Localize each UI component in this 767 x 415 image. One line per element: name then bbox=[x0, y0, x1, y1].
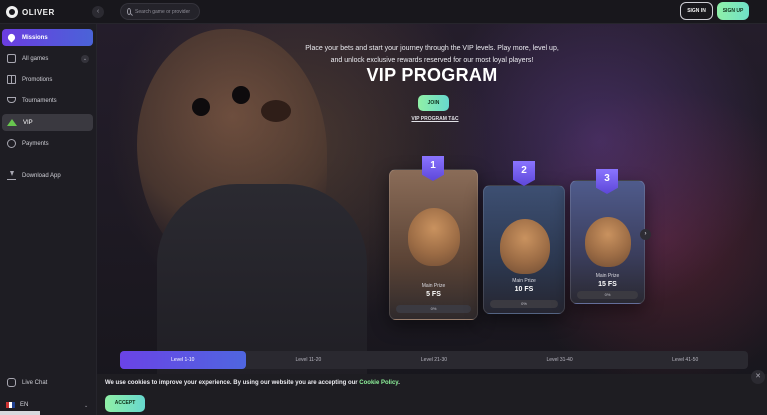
sign-up-button[interactable]: SIGN UP bbox=[717, 2, 749, 20]
vip-level-card[interactable]: Main Prize 15 FS 0% bbox=[570, 180, 645, 304]
progress-value: 0% bbox=[430, 306, 437, 311]
search-icon bbox=[127, 8, 131, 15]
vip-level-card[interactable]: Main Prize 5 FS 0% bbox=[389, 169, 478, 320]
cookie-period: . bbox=[398, 380, 400, 386]
sidebar-item-missions[interactable]: Missions bbox=[2, 29, 93, 46]
sign-in-button[interactable]: SIGN IN bbox=[680, 2, 713, 20]
level-number: 2 bbox=[521, 165, 527, 176]
cards-icon bbox=[7, 54, 16, 63]
sidebar-item-download-app[interactable]: Download App bbox=[2, 167, 93, 184]
prize-value: 5 FS bbox=[426, 291, 441, 298]
cookie-text: We use cookies to improve your experienc… bbox=[105, 380, 360, 386]
top-header: OLIVER ‹ SIGN IN SIGN UP bbox=[0, 0, 767, 24]
prize-info: Main Prize 10 FS bbox=[489, 278, 559, 293]
flag-icon bbox=[6, 402, 15, 408]
chevron-right-icon[interactable]: › bbox=[640, 229, 651, 240]
brand-mark-icon bbox=[6, 6, 18, 18]
chevron-down-icon[interactable]: ⌄ bbox=[84, 403, 88, 409]
gift-icon bbox=[7, 75, 16, 84]
prize-value: 10 FS bbox=[514, 286, 534, 293]
sidebar-item-all-games[interactable]: All games ⌄ bbox=[2, 50, 93, 67]
mascot-image bbox=[408, 208, 460, 266]
tab-level-1-10[interactable]: Level 1-10 bbox=[120, 351, 246, 369]
sidebar-item-promotions[interactable]: Promotions bbox=[2, 71, 93, 88]
language-label: EN bbox=[20, 402, 29, 408]
progress-bar: 0% bbox=[577, 291, 638, 299]
cookie-message: We use cookies to improve your experienc… bbox=[105, 380, 400, 386]
sidebar-item-vip[interactable]: VIP bbox=[2, 114, 93, 131]
crown-icon bbox=[7, 119, 17, 126]
tab-level-31-40[interactable]: Level 31-40 bbox=[497, 351, 623, 369]
sidebar-item-label: Tournaments bbox=[22, 97, 57, 104]
sidebar-item-label: Payments bbox=[22, 140, 49, 147]
sidebar-item-label: All games bbox=[22, 55, 49, 62]
coins-icon bbox=[7, 139, 16, 148]
progress-value: 0% bbox=[521, 301, 527, 306]
prize-info: Main Prize 5 FS bbox=[395, 283, 472, 298]
search-input[interactable] bbox=[135, 8, 199, 15]
tab-level-41-50[interactable]: Level 41-50 bbox=[622, 351, 748, 369]
trophy-icon bbox=[7, 96, 16, 103]
sidebar-item-payments[interactable]: Payments bbox=[2, 135, 93, 152]
download-icon bbox=[7, 171, 16, 180]
live-chat-button[interactable]: Live Chat bbox=[2, 374, 93, 391]
tab-level-11-20[interactable]: Level 11-20 bbox=[246, 351, 372, 369]
cookie-banner: We use cookies to improve your experienc… bbox=[97, 370, 767, 415]
url-status-bar bbox=[0, 411, 40, 415]
chat-icon bbox=[7, 378, 16, 387]
cookie-policy-link[interactable]: Cookie Policy bbox=[359, 380, 398, 386]
search-bar[interactable] bbox=[120, 3, 200, 20]
close-icon[interactable]: ✕ bbox=[751, 370, 765, 384]
level-number: 3 bbox=[604, 173, 610, 184]
live-chat-label: Live Chat bbox=[22, 379, 48, 386]
mascot-image bbox=[500, 219, 550, 274]
tab-level-21-30[interactable]: Level 21-30 bbox=[371, 351, 497, 369]
vip-hero: Place your bets and start your journey t… bbox=[97, 24, 767, 415]
prize-label: Main Prize bbox=[421, 283, 446, 289]
chevron-left-icon[interactable]: ‹ bbox=[92, 6, 104, 18]
progress-bar: 0% bbox=[396, 305, 471, 313]
logo[interactable]: OLIVER bbox=[6, 5, 55, 19]
sidebar-item-label: Promotions bbox=[22, 76, 53, 83]
sidebar-item-label: Download App bbox=[22, 172, 61, 179]
prize-label: Main Prize bbox=[595, 273, 620, 279]
rocket-icon bbox=[6, 32, 17, 43]
language-selector[interactable]: EN bbox=[6, 402, 28, 408]
level-badge: 2 bbox=[513, 161, 535, 186]
sidebar-item-label: VIP bbox=[23, 119, 33, 126]
sidebar-item-tournaments[interactable]: Tournaments bbox=[2, 92, 93, 109]
brand-name: OLIVER bbox=[22, 7, 55, 17]
prize-value: 15 FS bbox=[598, 281, 617, 288]
chevron-down-icon[interactable]: ⌄ bbox=[81, 54, 89, 63]
sidebar: Missions All games ⌄ Promotions Tourname… bbox=[0, 24, 97, 415]
accept-cookies-button[interactable]: ACCEPT bbox=[105, 395, 145, 412]
level-number: 1 bbox=[430, 160, 436, 171]
progress-bar: 0% bbox=[490, 300, 558, 308]
mascot-image bbox=[585, 217, 631, 267]
level-tabs: Level 1-10 Level 11-20 Level 21-30 Level… bbox=[120, 351, 748, 369]
vip-level-card[interactable]: Main Prize 10 FS 0% bbox=[483, 185, 565, 314]
sidebar-item-label: Missions bbox=[22, 34, 48, 41]
prize-info: Main Prize 15 FS bbox=[576, 273, 639, 288]
prize-label: Main Prize bbox=[512, 278, 536, 284]
progress-value: 0% bbox=[604, 292, 611, 297]
